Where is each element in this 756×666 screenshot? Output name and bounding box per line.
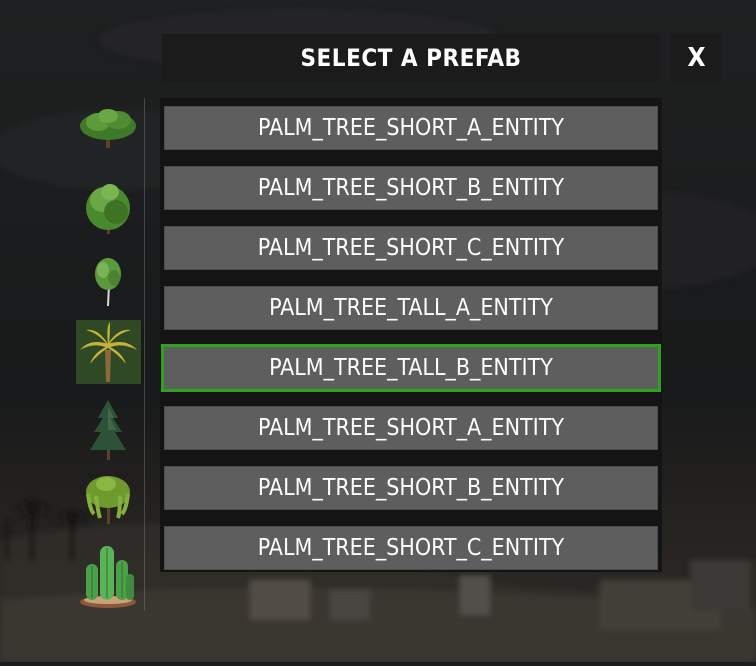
palm-tree-icon	[80, 322, 137, 382]
prefab-item[interactable]: PALM_TREE_SHORT_A_ENTITY	[164, 406, 658, 450]
prefab-item[interactable]: PALM_TREE_SHORT_A_ENTITY	[164, 106, 658, 150]
cactus-icon	[80, 546, 136, 608]
category-broadleaf-tree[interactable]	[76, 98, 141, 162]
prefab-item[interactable]: PALM_TREE_SHORT_C_ENTITY	[164, 526, 658, 570]
prefab-item[interactable]: PALM_TREE_TALL_B_ENTITY	[161, 344, 661, 392]
category-cactus[interactable]	[76, 540, 141, 610]
bushy-tree-icon	[86, 184, 130, 234]
dialog-title: SELECT A PREFAB	[300, 44, 522, 72]
category-pine-tree[interactable]	[76, 398, 141, 462]
close-button[interactable]: X	[671, 33, 722, 83]
category-palm-tree[interactable]	[76, 320, 141, 384]
category-bushy-tree[interactable]	[76, 174, 141, 238]
category-small-tree[interactable]	[76, 250, 141, 314]
prefab-item[interactable]: PALM_TREE_SHORT_B_ENTITY	[164, 166, 658, 210]
small-tree-icon	[95, 258, 121, 307]
prefab-item[interactable]: PALM_TREE_SHORT_C_ENTITY	[164, 226, 658, 270]
prefab-list: PALM_TREE_SHORT_A_ENTITY PALM_TREE_SHORT_…	[160, 98, 662, 572]
category-willow-tree[interactable]	[76, 466, 141, 530]
willow-tree-icon	[86, 476, 130, 524]
broadleaf-tree-icon	[80, 109, 136, 148]
category-sidebar	[72, 98, 145, 610]
pine-tree-icon	[90, 400, 126, 460]
dialog-header: SELECT A PREFAB	[162, 34, 660, 82]
prefab-item[interactable]: PALM_TREE_SHORT_B_ENTITY	[164, 466, 658, 510]
prefab-item[interactable]: PALM_TREE_TALL_A_ENTITY	[164, 286, 658, 330]
